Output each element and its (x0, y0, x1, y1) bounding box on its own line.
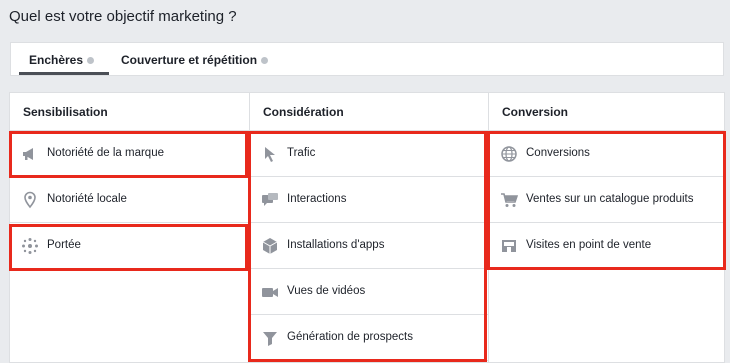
objective-portee[interactable]: Portée (10, 223, 249, 269)
objective-label: Génération de prospects (287, 331, 413, 343)
objective-vues-videos[interactable]: Vues de vidéos (250, 269, 488, 315)
column-header: Sensibilisation (10, 93, 249, 131)
objective-visites-point-vente[interactable]: Visites en point de vente (489, 223, 725, 269)
column-conversion: Conversion Conversions Ventes sur un cat… (488, 93, 725, 362)
cursor-icon (261, 145, 279, 163)
objective-trafic[interactable]: Trafic (250, 131, 488, 177)
globe-icon (500, 145, 518, 163)
objective-label: Notoriété locale (47, 193, 127, 205)
objective-label: Vues de vidéos (287, 285, 366, 297)
megaphone-icon (21, 145, 39, 163)
video-camera-icon (261, 283, 279, 301)
objective-label: Interactions (287, 193, 347, 205)
tab-couverture-repetition[interactable]: Couverture et répétition (121, 53, 269, 67)
objective-ventes-catalogue[interactable]: Ventes sur un catalogue produits (489, 177, 725, 223)
app-box-icon (261, 237, 279, 255)
objective-interactions[interactable]: Interactions (250, 177, 488, 223)
objective-label: Portée (47, 239, 81, 251)
objective-label: Conversions (526, 147, 590, 159)
column-header: Conversion (489, 93, 725, 131)
objective-label: Trafic (287, 147, 316, 159)
tab-label: Enchères (29, 53, 84, 67)
objective-label: Ventes sur un catalogue produits (526, 193, 694, 205)
reach-icon (21, 237, 39, 255)
objective-label: Visites en point de vente (526, 239, 652, 251)
objective-installations-apps[interactable]: Installations d'apps (250, 223, 488, 269)
active-tab-indicator (19, 72, 109, 75)
objective-grid: Sensibilisation Notoriété de la marque N… (9, 92, 725, 363)
objective-tabbar: Enchères Couverture et répétition (10, 42, 724, 76)
objective-notoriete-locale[interactable]: Notoriété locale (10, 177, 249, 223)
tab-encheres[interactable]: Enchères (29, 53, 95, 67)
info-icon[interactable] (261, 57, 269, 65)
store-icon (500, 237, 518, 255)
column-header: Considération (250, 93, 488, 131)
objective-notoriete-marque[interactable]: Notoriété de la marque (10, 131, 249, 177)
info-icon[interactable] (87, 57, 95, 65)
funnel-icon (261, 329, 279, 347)
page-title: Quel est votre objectif marketing ? (9, 8, 237, 25)
cart-icon (500, 191, 518, 209)
column-sensibilisation: Sensibilisation Notoriété de la marque N… (10, 93, 249, 362)
column-consideration: Considération Trafic Interactions Instal… (249, 93, 488, 362)
objective-label: Notoriété de la marque (47, 147, 164, 159)
objective-generation-prospects[interactable]: Génération de prospects (250, 315, 488, 361)
location-pin-icon (21, 191, 39, 209)
chat-icon (261, 191, 279, 209)
objective-conversions[interactable]: Conversions (489, 131, 725, 177)
objective-label: Installations d'apps (287, 239, 385, 251)
tab-label: Couverture et répétition (121, 53, 258, 67)
